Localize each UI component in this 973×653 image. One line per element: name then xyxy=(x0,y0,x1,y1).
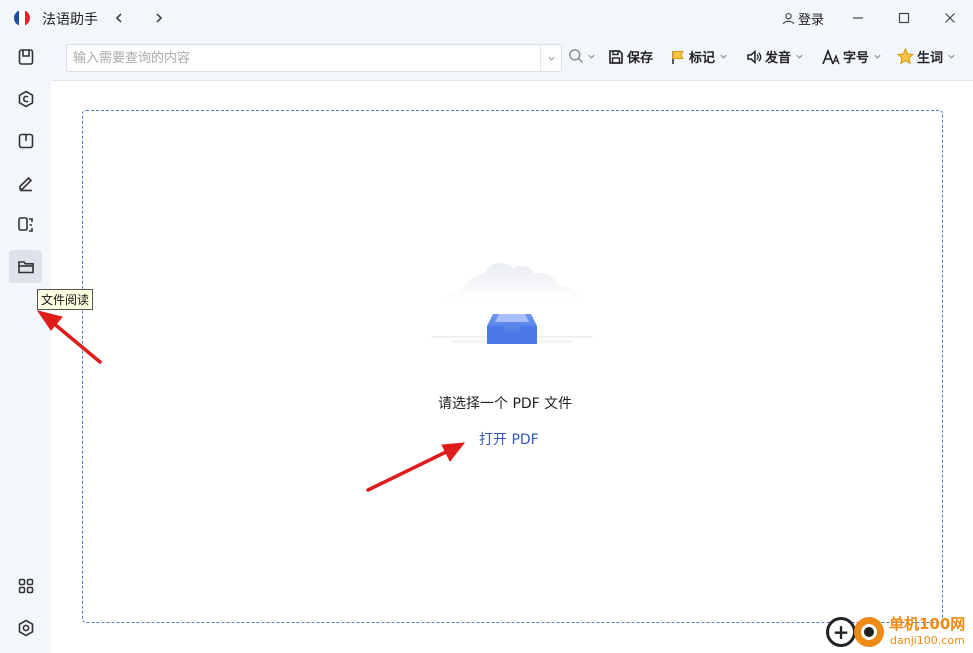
sidebar-item-file-reading[interactable] xyxy=(9,250,42,283)
font-size-label: 字号 xyxy=(843,51,870,66)
toolbar: 保存 标记 发音 字号 生词 xyxy=(51,36,973,81)
watermark-brand: 单机100网 xyxy=(889,615,966,633)
maximize-button[interactable] xyxy=(891,6,917,30)
pronounce-button[interactable]: 发音 xyxy=(746,47,804,66)
save-label: 保存 xyxy=(627,51,654,66)
sidebar-item-conjugation[interactable] xyxy=(9,82,42,115)
search-history-dropdown[interactable] xyxy=(540,45,561,71)
vocab-label: 生词 xyxy=(917,51,944,66)
star-icon xyxy=(897,48,914,65)
login-label: 登录 xyxy=(798,13,825,28)
minimize-button[interactable] xyxy=(845,6,871,30)
scan-icon xyxy=(17,216,33,232)
sidebar-item-settings[interactable] xyxy=(9,611,42,644)
notebook-icon xyxy=(18,133,33,148)
open-pdf-link[interactable]: 打开 PDF xyxy=(479,429,539,449)
book-icon xyxy=(18,48,33,65)
minimize-icon xyxy=(853,17,863,19)
pen-icon xyxy=(18,176,32,191)
sidebar-item-edit[interactable] xyxy=(9,166,42,199)
dot-logo-icon xyxy=(854,617,884,647)
sidebar-item-notebook[interactable] xyxy=(9,124,42,157)
save-icon xyxy=(609,49,623,64)
select-pdf-prompt: 请选择一个 PDF 文件 xyxy=(438,396,573,412)
back-button[interactable] xyxy=(107,6,131,30)
mark-button[interactable]: 标记 xyxy=(670,47,728,66)
sidebar-item-apps[interactable] xyxy=(9,569,42,602)
close-button[interactable] xyxy=(937,6,963,30)
search-input[interactable] xyxy=(67,46,540,70)
chevron-down-icon xyxy=(547,56,555,61)
login-button[interactable]: 登录 xyxy=(782,9,824,28)
chevron-down-icon xyxy=(719,54,727,59)
search-icon xyxy=(569,49,583,63)
pdf-drop-zone[interactable] xyxy=(82,110,943,623)
folder-icon xyxy=(17,260,34,273)
sidebar-item-dictionary[interactable] xyxy=(9,40,42,73)
flag-icon xyxy=(672,50,684,64)
chevron-right-icon xyxy=(156,13,163,23)
font-size-icon xyxy=(822,48,840,64)
mark-label: 标记 xyxy=(689,51,716,66)
watermark-url: danji100.com xyxy=(890,634,965,647)
chevron-left-icon xyxy=(115,13,122,23)
speaker-icon xyxy=(747,49,762,64)
sidebar-item-translate[interactable] xyxy=(9,208,42,241)
watermark: + 单机100网 danji100.com xyxy=(826,611,973,653)
save-button[interactable]: 保存 xyxy=(608,47,653,66)
user-icon xyxy=(782,12,795,25)
font-size-button[interactable]: 字号 xyxy=(822,47,882,66)
chevron-down-icon xyxy=(588,54,595,59)
grid-icon xyxy=(18,578,33,593)
chevron-down-icon xyxy=(947,54,955,59)
chevron-down-icon xyxy=(873,54,881,59)
empty-tray-illustration xyxy=(431,263,593,344)
maximize-icon xyxy=(898,12,910,24)
sidebar-tooltip: 文件阅读 xyxy=(37,289,94,310)
plus-logo-icon: + xyxy=(826,617,856,647)
sidebar xyxy=(0,36,51,653)
search-box xyxy=(66,44,562,72)
app-logo xyxy=(14,10,30,26)
pronounce-label: 发音 xyxy=(765,51,792,66)
gear-icon xyxy=(18,619,33,636)
search-button[interactable] xyxy=(568,48,596,64)
app-title: 法语助手 xyxy=(42,12,98,28)
c-circle-icon xyxy=(18,90,33,107)
chevron-down-icon xyxy=(795,54,803,59)
forward-button[interactable] xyxy=(147,6,171,30)
close-icon xyxy=(945,13,955,23)
vocab-button[interactable]: 生词 xyxy=(897,47,956,66)
title-bar: 法语助手 登录 xyxy=(0,0,973,36)
